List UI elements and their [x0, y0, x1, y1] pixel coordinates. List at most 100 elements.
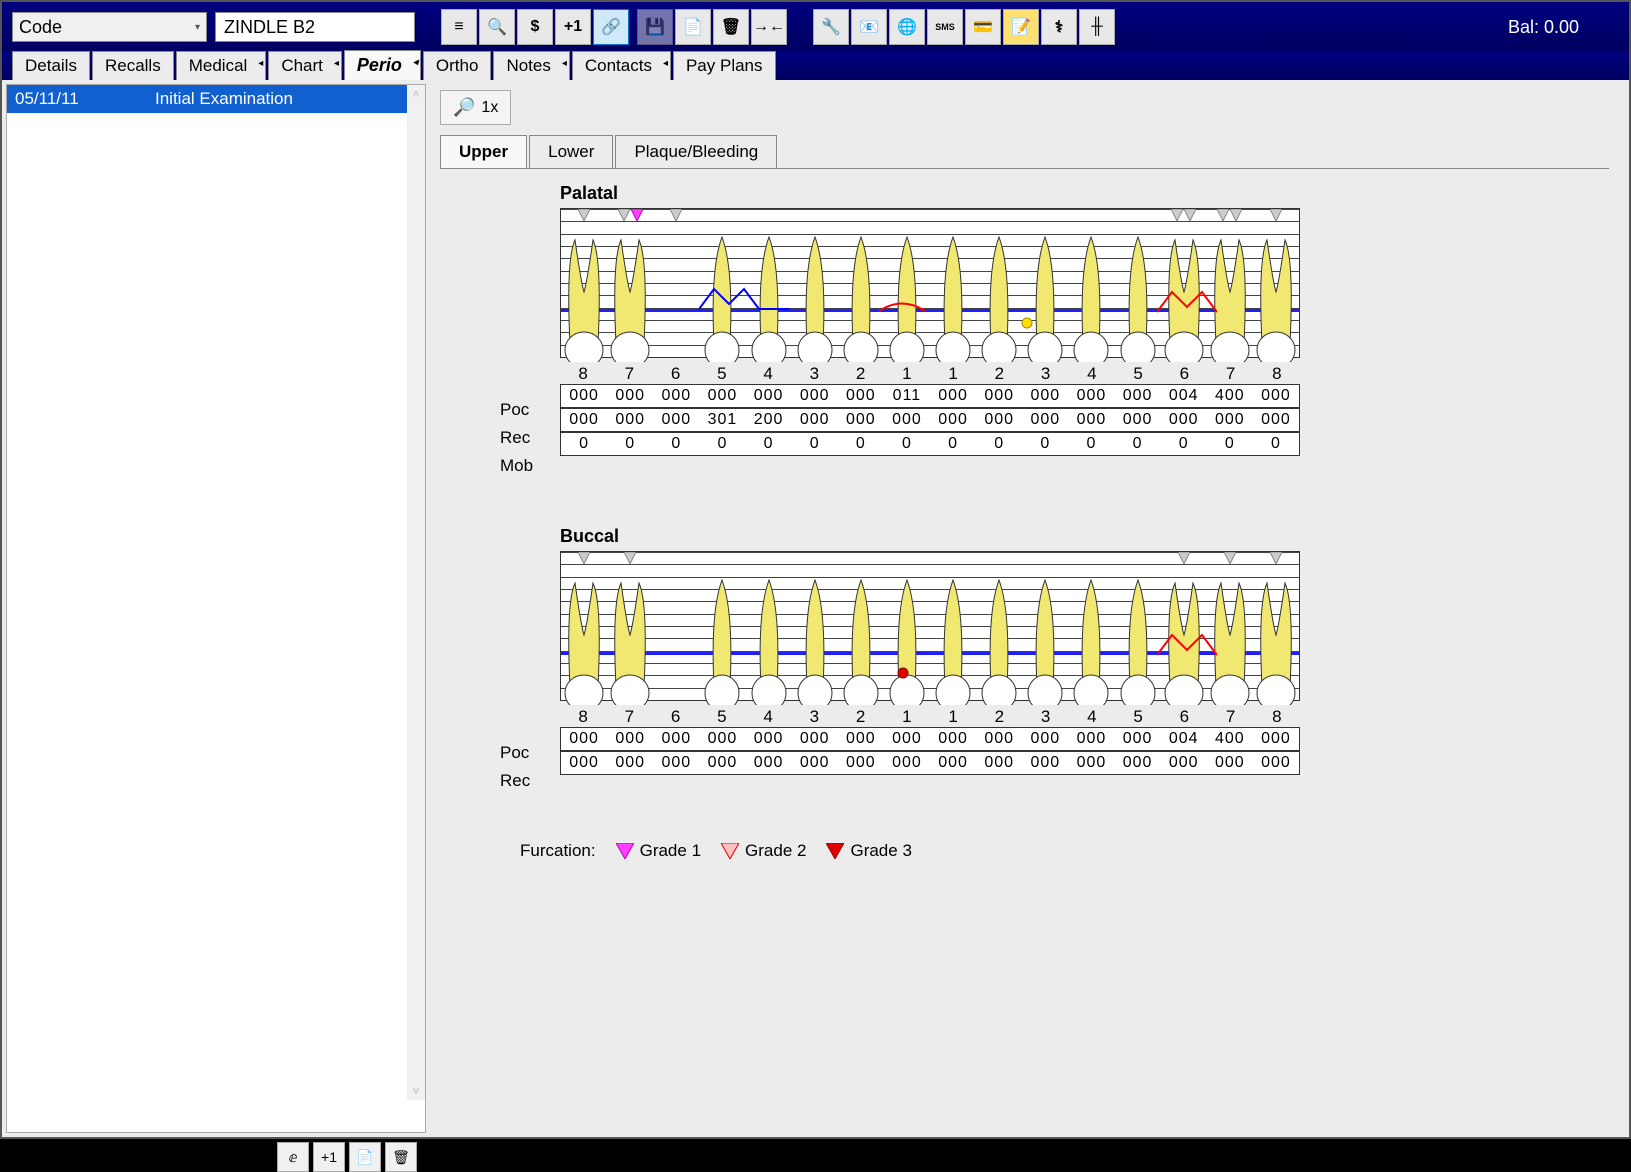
tooth-slot[interactable]	[1115, 222, 1161, 362]
data-cell[interactable]: 0	[1253, 435, 1299, 453]
tooth-slot[interactable]	[746, 565, 792, 705]
tooth-slot[interactable]	[1068, 222, 1114, 362]
data-cell[interactable]: 000	[1068, 411, 1114, 429]
trash-icon[interactable]: 🗑	[385, 1142, 417, 1172]
tab-payplans[interactable]: Pay Plans	[673, 51, 776, 80]
data-cell[interactable]: 000	[884, 411, 930, 429]
data-cell[interactable]: 000	[792, 754, 838, 772]
note-icon[interactable]: 📝	[1003, 9, 1039, 45]
data-cell[interactable]: 000	[930, 730, 976, 748]
data-cell[interactable]: 0	[1161, 435, 1207, 453]
tooth-slot[interactable]	[976, 565, 1022, 705]
data-cell[interactable]: 000	[699, 754, 745, 772]
copy-icon[interactable]: 📄	[349, 1142, 381, 1172]
data-cell[interactable]: 200	[746, 411, 792, 429]
data-cell[interactable]: 000	[746, 387, 792, 405]
data-cell[interactable]: 000	[653, 730, 699, 748]
buccal-rec-row[interactable]: 0000000000000000000000000000000000000000…	[560, 751, 1300, 775]
tab-upper[interactable]: Upper	[440, 135, 527, 168]
link-icon[interactable]: 🔗	[593, 9, 629, 45]
tab-lower[interactable]: Lower	[529, 135, 613, 168]
card-icon[interactable]: 💳	[965, 9, 1001, 45]
data-cell[interactable]: 000	[792, 730, 838, 748]
data-cell[interactable]: 000	[930, 411, 976, 429]
data-cell[interactable]: 000	[1161, 754, 1207, 772]
exam-list-item[interactable]: 05/11/11 Initial Examination	[7, 85, 425, 113]
tooth-slot[interactable]	[561, 222, 607, 362]
data-cell[interactable]: 0	[976, 435, 1022, 453]
data-cell[interactable]: 000	[1022, 411, 1068, 429]
palatal-poc-row[interactable]: 0000000000000000000000110000000000000000…	[560, 384, 1300, 408]
web-icon[interactable]: 🌐	[889, 9, 925, 45]
data-cell[interactable]: 0	[699, 435, 745, 453]
tooth-slot[interactable]	[1022, 565, 1068, 705]
tooth-slot[interactable]	[699, 565, 745, 705]
data-cell[interactable]: 0	[1068, 435, 1114, 453]
data-cell[interactable]: 000	[838, 411, 884, 429]
delete-icon[interactable]: 🗑	[713, 9, 749, 45]
data-cell[interactable]: 000	[976, 730, 1022, 748]
data-cell[interactable]: 000	[1253, 730, 1299, 748]
data-cell[interactable]: 004	[1161, 730, 1207, 748]
edit-icon[interactable]: ⅇ	[277, 1142, 309, 1172]
data-cell[interactable]: 0	[1022, 435, 1068, 453]
data-cell[interactable]: 000	[746, 730, 792, 748]
data-cell[interactable]: 000	[1207, 411, 1253, 429]
data-cell[interactable]: 0	[561, 435, 607, 453]
data-cell[interactable]: 000	[792, 387, 838, 405]
data-cell[interactable]: 000	[653, 411, 699, 429]
data-cell[interactable]: 000	[976, 387, 1022, 405]
data-cell[interactable]: 000	[1022, 730, 1068, 748]
data-cell[interactable]: 000	[1207, 754, 1253, 772]
data-cell[interactable]: 000	[1253, 411, 1299, 429]
tooth-slot[interactable]	[1253, 222, 1299, 362]
data-cell[interactable]: 000	[838, 730, 884, 748]
tooth-slot[interactable]	[1253, 565, 1299, 705]
grid-icon[interactable]: ╫	[1079, 9, 1115, 45]
data-cell[interactable]: 400	[1207, 730, 1253, 748]
data-cell[interactable]: 011	[884, 387, 930, 405]
data-cell[interactable]: 000	[561, 411, 607, 429]
data-cell[interactable]: 000	[1161, 411, 1207, 429]
tab-recalls[interactable]: Recalls	[92, 51, 174, 80]
data-cell[interactable]: 0	[930, 435, 976, 453]
patient-input[interactable]	[215, 12, 415, 42]
tooth-slot[interactable]	[1068, 565, 1114, 705]
tooth-slot[interactable]	[1022, 222, 1068, 362]
payment-icon[interactable]: $	[517, 9, 553, 45]
data-cell[interactable]: 000	[561, 387, 607, 405]
buccal-poc-row[interactable]: 0000000000000000000000000000000000000000…	[560, 727, 1300, 751]
data-cell[interactable]: 0	[838, 435, 884, 453]
tooth-slot[interactable]	[930, 565, 976, 705]
data-cell[interactable]: 000	[930, 387, 976, 405]
data-cell[interactable]: 0	[607, 435, 653, 453]
data-cell[interactable]: 000	[1115, 730, 1161, 748]
tooth-slot[interactable]	[838, 565, 884, 705]
data-cell[interactable]: 000	[561, 754, 607, 772]
align-icon[interactable]: ≡	[441, 9, 477, 45]
data-cell[interactable]: 0	[1207, 435, 1253, 453]
palatal-chart[interactable]	[560, 208, 1300, 358]
data-cell[interactable]: 004	[1161, 387, 1207, 405]
palatal-rec-row[interactable]: 0000000003012000000000000000000000000000…	[560, 408, 1300, 432]
tab-plaque[interactable]: Plaque/Bleeding	[615, 135, 777, 168]
data-cell[interactable]: 000	[1022, 754, 1068, 772]
tooth-slot[interactable]	[838, 222, 884, 362]
data-cell[interactable]: 000	[1022, 387, 1068, 405]
data-cell[interactable]: 000	[653, 387, 699, 405]
data-cell[interactable]: 000	[1115, 411, 1161, 429]
data-cell[interactable]: 000	[607, 411, 653, 429]
data-cell[interactable]: 000	[930, 754, 976, 772]
tooth-slot[interactable]	[884, 222, 930, 362]
tooth-slot[interactable]	[1115, 565, 1161, 705]
code-dropdown[interactable]: Code	[12, 12, 207, 42]
data-cell[interactable]: 000	[884, 754, 930, 772]
tab-details[interactable]: Details	[12, 51, 90, 80]
data-cell[interactable]: 000	[1253, 387, 1299, 405]
palatal-mob-row[interactable]: 0000000000000000	[560, 432, 1300, 456]
tool-icon[interactable]: 🔧	[813, 9, 849, 45]
data-cell[interactable]: 000	[1253, 754, 1299, 772]
data-cell[interactable]: 000	[607, 754, 653, 772]
data-cell[interactable]: 400	[1207, 387, 1253, 405]
data-cell[interactable]: 000	[1115, 754, 1161, 772]
